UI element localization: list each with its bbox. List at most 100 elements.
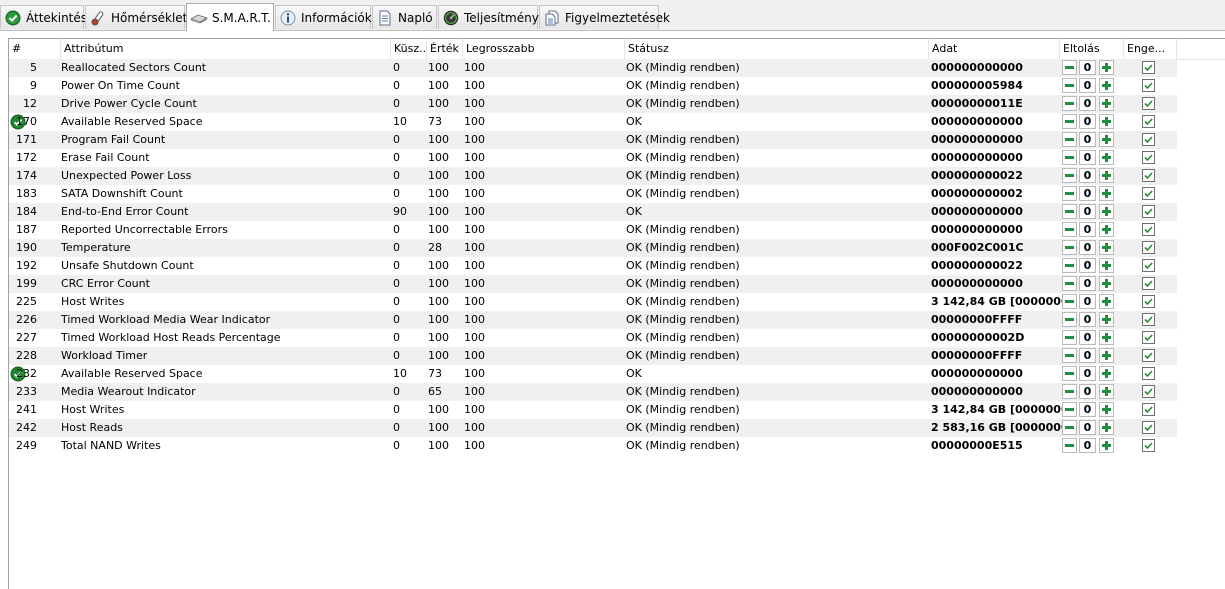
offset-value[interactable]: 0 — [1079, 258, 1096, 273]
offset-stepper[interactable]: 0 — [1061, 312, 1143, 328]
offset-value[interactable]: 0 — [1079, 366, 1096, 381]
increment-button[interactable] — [1099, 114, 1114, 129]
increment-button[interactable] — [1099, 222, 1114, 237]
offset-stepper[interactable]: 0 — [1061, 402, 1143, 418]
column-header-enabled[interactable]: Enge... — [1124, 39, 1177, 59]
decrement-button[interactable] — [1062, 276, 1077, 291]
offset-value[interactable]: 0 — [1079, 168, 1096, 183]
enabled-checkbox[interactable] — [1142, 79, 1155, 92]
column-header-id[interactable]: # — [9, 39, 61, 59]
column-header-status[interactable]: Státusz — [625, 39, 929, 59]
decrement-button[interactable] — [1062, 222, 1077, 237]
enabled-checkbox[interactable] — [1142, 313, 1155, 326]
offset-value[interactable]: 0 — [1079, 348, 1096, 363]
offset-value[interactable]: 0 — [1079, 222, 1096, 237]
decrement-button[interactable] — [1062, 96, 1077, 111]
increment-button[interactable] — [1099, 312, 1114, 327]
offset-value[interactable]: 0 — [1079, 402, 1096, 417]
offset-value[interactable]: 0 — [1079, 60, 1096, 75]
decrement-button[interactable] — [1062, 312, 1077, 327]
offset-value[interactable]: 0 — [1079, 114, 1096, 129]
increment-button[interactable] — [1099, 276, 1114, 291]
offset-value[interactable]: 0 — [1079, 420, 1096, 435]
offset-value[interactable]: 0 — [1079, 150, 1096, 165]
offset-stepper[interactable]: 0 — [1061, 204, 1143, 220]
column-header-threshold[interactable]: Küsz... — [391, 39, 427, 59]
decrement-button[interactable] — [1062, 186, 1077, 201]
tab-performance[interactable]: Teljesítmény — [438, 5, 539, 29]
increment-button[interactable] — [1099, 330, 1114, 345]
offset-stepper[interactable]: 0 — [1061, 330, 1143, 346]
enabled-checkbox[interactable] — [1142, 331, 1155, 344]
increment-button[interactable] — [1099, 60, 1114, 75]
table-row[interactable]: 190 Temperature 0 28 100 OK (Mindig rendben) 0… — [9, 239, 1177, 257]
offset-value[interactable]: 0 — [1079, 78, 1096, 93]
offset-stepper[interactable]: 0 — [1061, 438, 1143, 454]
table-row[interactable]: 228 Workload Timer 0 100 100 OK (Mindig rendb… — [9, 347, 1177, 365]
table-row[interactable]: 170 Available Reserved Space 10 73 100 OK 0000… — [9, 113, 1177, 131]
offset-stepper[interactable]: 0 — [1061, 60, 1143, 76]
offset-value[interactable]: 0 — [1079, 240, 1096, 255]
table-row[interactable]: 233 Media Wearout Indicator 0 65 100 OK (Mind… — [9, 383, 1177, 401]
increment-button[interactable] — [1099, 402, 1114, 417]
offset-stepper[interactable]: 0 — [1061, 150, 1143, 166]
column-header-worst[interactable]: Legrosszabb — [463, 39, 625, 59]
offset-stepper[interactable]: 0 — [1061, 78, 1143, 94]
offset-stepper[interactable]: 0 — [1061, 276, 1143, 292]
enabled-checkbox[interactable] — [1142, 277, 1155, 290]
enabled-checkbox[interactable] — [1142, 97, 1155, 110]
enabled-checkbox[interactable] — [1142, 295, 1155, 308]
decrement-button[interactable] — [1062, 420, 1077, 435]
enabled-checkbox[interactable] — [1142, 367, 1155, 380]
offset-value[interactable]: 0 — [1079, 96, 1096, 111]
decrement-button[interactable] — [1062, 78, 1077, 93]
table-row[interactable]: 12 Drive Power Cycle Count 0 100 100 OK (Mind… — [9, 95, 1177, 113]
offset-stepper[interactable]: 0 — [1061, 384, 1143, 400]
decrement-button[interactable] — [1062, 384, 1077, 399]
offset-stepper[interactable]: 0 — [1061, 132, 1143, 148]
increment-button[interactable] — [1099, 96, 1114, 111]
offset-value[interactable]: 0 — [1079, 438, 1096, 453]
increment-button[interactable] — [1099, 78, 1114, 93]
tab-information[interactable]: Információk — [275, 5, 372, 29]
tab-log[interactable]: Napló — [372, 5, 437, 29]
decrement-button[interactable] — [1062, 132, 1077, 147]
decrement-button[interactable] — [1062, 168, 1077, 183]
column-header-value[interactable]: Érték — [427, 39, 463, 59]
table-row[interactable]: 172 Erase Fail Count 0 100 100 OK (Mindig ren… — [9, 149, 1177, 167]
offset-value[interactable]: 0 — [1079, 186, 1096, 201]
increment-button[interactable] — [1099, 294, 1114, 309]
increment-button[interactable] — [1099, 168, 1114, 183]
offset-value[interactable]: 0 — [1079, 276, 1096, 291]
offset-stepper[interactable]: 0 — [1061, 114, 1143, 130]
tab-overview[interactable]: Áttekintés — [0, 5, 87, 29]
offset-value[interactable]: 0 — [1079, 204, 1096, 219]
decrement-button[interactable] — [1062, 366, 1077, 381]
table-row[interactable]: 9 Power On Time Count 0 100 100 OK (Mindig re… — [9, 77, 1177, 95]
column-header-offset[interactable]: Eltolás — [1060, 39, 1124, 59]
decrement-button[interactable] — [1062, 258, 1077, 273]
table-row[interactable]: 242 Host Reads 0 100 100 OK (Mindig rendben) 2… — [9, 419, 1177, 437]
increment-button[interactable] — [1099, 348, 1114, 363]
table-row[interactable]: 227 Timed Workload Host Reads Percentage 0… — [9, 329, 1177, 347]
increment-button[interactable] — [1099, 150, 1114, 165]
decrement-button[interactable] — [1062, 438, 1077, 453]
tab-smart[interactable]: S.M.A.R.T. — [186, 3, 274, 31]
enabled-checkbox[interactable] — [1142, 403, 1155, 416]
decrement-button[interactable] — [1062, 114, 1077, 129]
decrement-button[interactable] — [1062, 150, 1077, 165]
table-row[interactable]: 199 CRC Error Count 0 100 100 OK (Mindig rend… — [9, 275, 1177, 293]
offset-stepper[interactable]: 0 — [1061, 348, 1143, 364]
tab-alerts[interactable]: Figyelmeztetések — [539, 5, 670, 29]
offset-stepper[interactable]: 0 — [1061, 294, 1143, 310]
offset-stepper[interactable]: 0 — [1061, 186, 1143, 202]
enabled-checkbox[interactable] — [1142, 61, 1155, 74]
offset-value[interactable]: 0 — [1079, 330, 1096, 345]
enabled-checkbox[interactable] — [1142, 349, 1155, 362]
table-row[interactable]: 171 Program Fail Count 0 100 100 OK (Mindig r… — [9, 131, 1177, 149]
enabled-checkbox[interactable] — [1142, 421, 1155, 434]
increment-button[interactable] — [1099, 420, 1114, 435]
increment-button[interactable] — [1099, 366, 1114, 381]
enabled-checkbox[interactable] — [1142, 187, 1155, 200]
offset-value[interactable]: 0 — [1079, 294, 1096, 309]
